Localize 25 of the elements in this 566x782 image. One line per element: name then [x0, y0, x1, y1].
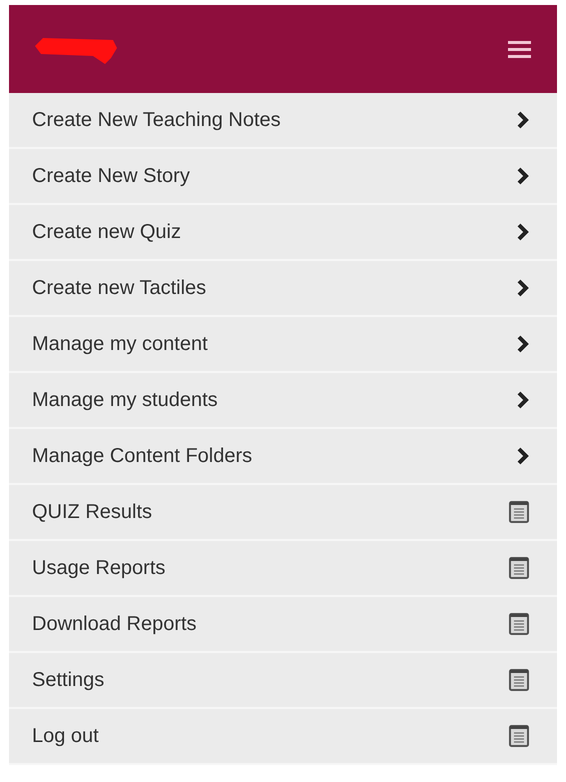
chevron-right-icon: [517, 111, 529, 129]
document-icon: [509, 557, 529, 579]
menu-item-label: Settings: [32, 668, 104, 693]
chevron-right-icon: [517, 447, 529, 465]
document-icon: [509, 669, 529, 691]
menu-item-label: QUIZ Results: [32, 500, 152, 525]
menu-item-label: Create new Tactiles: [32, 276, 206, 301]
chevron-right-icon: [517, 279, 529, 297]
menu-item-label: Log out: [32, 724, 99, 749]
chevron-right-icon: [517, 391, 529, 409]
menu-item-label: Manage my content: [32, 332, 208, 357]
menu-item-label: Create New Teaching Notes: [32, 108, 281, 133]
menu-item-label: Create new Quiz: [32, 220, 181, 245]
document-icon: [509, 725, 529, 747]
menu-item-label: Usage Reports: [32, 556, 166, 581]
document-icon: [509, 501, 529, 523]
chevron-right-icon: [517, 335, 529, 353]
document-icon: [509, 613, 529, 635]
menu-item-label: Download Reports: [32, 612, 197, 637]
menu-item-label: Manage Content Folders: [32, 444, 252, 469]
menu-item-label: Manage my students: [32, 388, 218, 413]
chevron-right-icon: [517, 167, 529, 185]
chevron-right-icon: [517, 223, 529, 241]
menu-icon[interactable]: [508, 40, 531, 58]
menu-item-label: Create New Story: [32, 164, 190, 189]
